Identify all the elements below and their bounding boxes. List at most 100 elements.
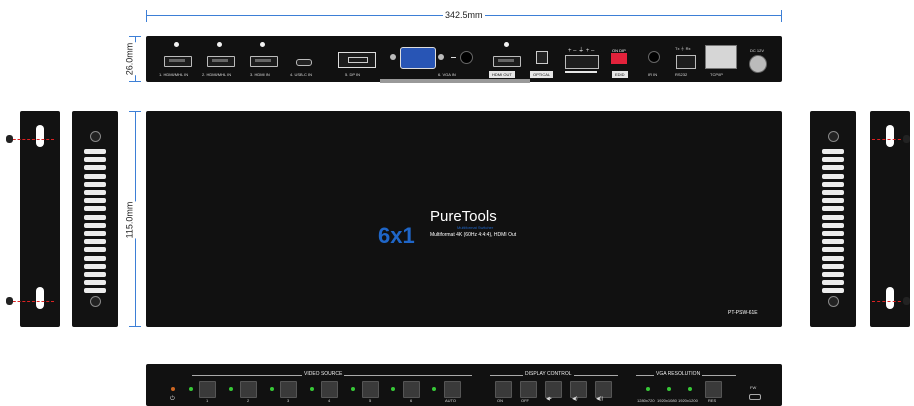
source-2-label: 2 (247, 398, 250, 403)
source-6-led (391, 387, 395, 391)
vent-slot (84, 206, 106, 212)
rs232-terminal (676, 55, 696, 69)
vga-port (400, 47, 436, 69)
rear-height-dimension-label: 26.0mm (122, 42, 137, 76)
source-4-label: 4 (328, 398, 331, 403)
source-6-label: 6 (410, 398, 413, 403)
dp-port-inner (348, 57, 368, 63)
rs232-label: RS232 (675, 72, 688, 77)
right-mount-arrow-bottom (872, 301, 906, 302)
hdmi2-led (217, 42, 222, 47)
volume-mute-icon: ◀• (546, 396, 552, 402)
vent-slot (84, 214, 106, 220)
audio-terminal-block (565, 55, 599, 69)
vent-slot (84, 288, 106, 294)
source-1-label: 1 (206, 398, 209, 403)
source-3-button[interactable] (280, 381, 297, 398)
vent-slot (822, 222, 844, 228)
display-off-button[interactable] (520, 381, 537, 398)
vent-slot (822, 239, 844, 245)
vent-slot (84, 165, 106, 171)
source-1-button[interactable] (199, 381, 216, 398)
vent-slot (84, 149, 106, 154)
vent-slot (822, 157, 844, 163)
source-5-label: 5 (369, 398, 372, 403)
right-screw-top-icon (903, 135, 910, 143)
vent-slot (84, 231, 106, 236)
audio-right-label: R (586, 72, 589, 77)
vga-audio-jack (460, 51, 473, 64)
vga-audio-dash (451, 57, 456, 58)
audio-lr-label: L R (565, 71, 597, 77)
source-4-button[interactable] (321, 381, 338, 398)
right-side-screw-bottom (828, 296, 839, 307)
vga-screw-left (390, 54, 396, 60)
vent-slot (822, 272, 844, 277)
right-mount-arrow-top (872, 139, 906, 140)
right-ear-keyhole-top (886, 125, 894, 147)
vent-slot (822, 206, 844, 212)
vga-res-button[interactable] (705, 381, 722, 398)
vent-slot (822, 231, 844, 236)
left-mount-arrow-top (8, 139, 54, 140)
usbc-port (296, 59, 312, 66)
source-1-led (189, 387, 193, 391)
hdmi3-label: 3. HDMI IN (250, 72, 270, 77)
vent-slot (822, 181, 844, 187)
usbc-label: 4. USB-C IN (290, 72, 313, 77)
left-mount-arrow-bottom (8, 301, 54, 302)
vga-res-1-led (646, 387, 650, 391)
vga-res-2-label: 1920x1080 (657, 398, 677, 403)
display-on-button[interactable] (495, 381, 512, 398)
vent-slot (822, 255, 844, 261)
left-side-screw-bottom (90, 296, 101, 307)
optical-label: OPTICAL (530, 71, 554, 78)
vent-slot (822, 149, 844, 154)
hdmi3-port (250, 56, 278, 67)
depth-tick-top (129, 111, 141, 112)
volume-down-icon: ◀) (572, 396, 578, 402)
top-view-model: PT-PSW-61E (728, 310, 758, 316)
hdmi1-label: 1. HDMI/MHL IN (159, 72, 189, 77)
ir-in-label: IR IN (648, 72, 658, 77)
rear-height-tick-bottom (129, 81, 141, 82)
rs232-pins-label: Tx ⏚ Rx (675, 46, 691, 51)
source-6-button[interactable] (403, 381, 420, 398)
vent-slot (84, 157, 106, 163)
volume-up-icon: ◀)) (596, 396, 604, 402)
left-screw-bottom-icon (6, 297, 13, 305)
top-view-badge: 6x1 (378, 223, 415, 248)
vent-slot (84, 190, 106, 195)
dp-port (338, 52, 376, 68)
power-led (171, 387, 175, 391)
top-view-tagline: Multiformat Switcher (457, 225, 494, 230)
optical-port (536, 51, 548, 64)
fw-label: FW (750, 385, 757, 390)
vent-slot (822, 198, 844, 204)
vent-slot (822, 165, 844, 171)
left-side-screw-top (90, 131, 101, 142)
vent-slot (84, 247, 106, 253)
vent-slot (84, 222, 106, 228)
vent-slot (822, 280, 844, 286)
hdmi-out-led (504, 42, 509, 47)
width-dimension-tick-right (781, 10, 782, 22)
source-4-led (310, 387, 314, 391)
display-control-title: DISPLAY CONTROL (523, 371, 574, 377)
edid-dip-switch[interactable] (611, 53, 627, 64)
source-2-led (229, 387, 233, 391)
depth-dimension-label: 115.0mm (122, 201, 137, 239)
source-2-button[interactable] (240, 381, 257, 398)
hdmi1-port (164, 56, 192, 67)
vent-slot (822, 288, 844, 294)
source-auto-button[interactable] (444, 381, 461, 398)
video-source-title: VIDEO SOURCE (302, 371, 345, 377)
dc-jack (749, 55, 767, 73)
vent-slot (84, 181, 106, 187)
top-view-subtitle: Multiformat 4K (60Hz 4:4:4), HDMI Out (430, 232, 517, 238)
vent-slot (822, 190, 844, 195)
right-ear-keyhole-bottom (886, 287, 894, 309)
vga-resolution-title: VGA RESOLUTION (654, 371, 703, 377)
right-side-screw-top (828, 131, 839, 142)
source-5-button[interactable] (362, 381, 379, 398)
